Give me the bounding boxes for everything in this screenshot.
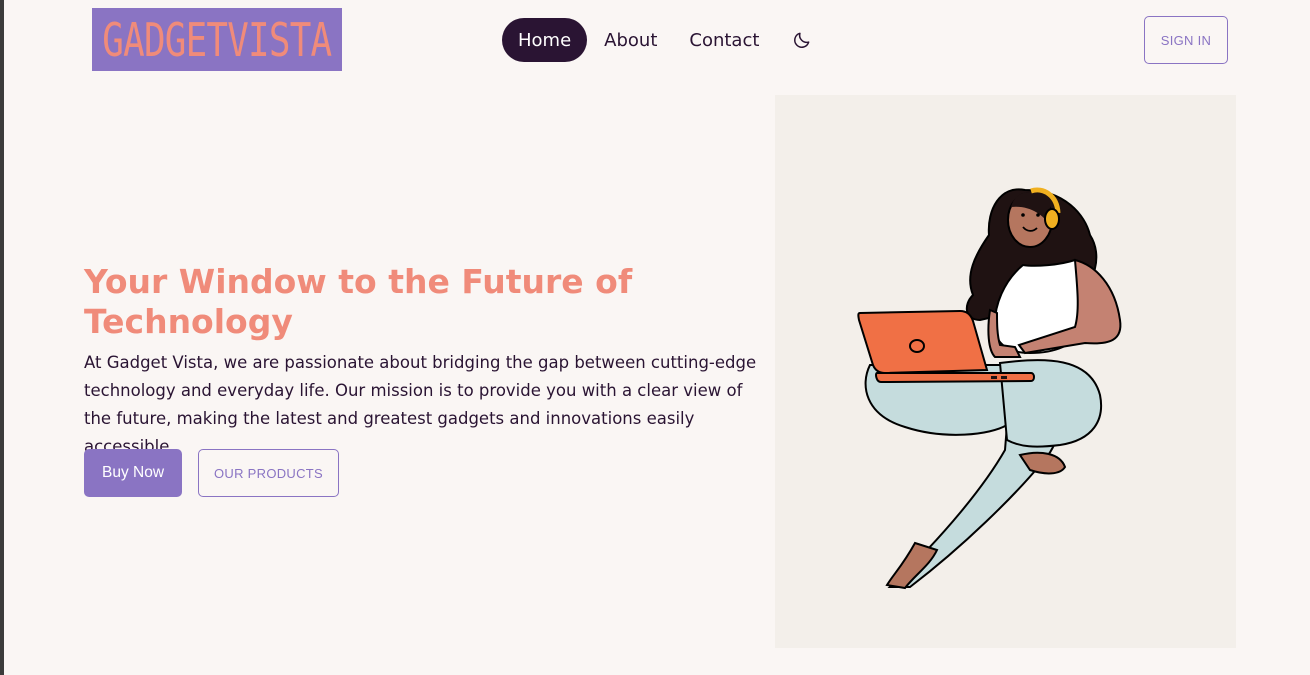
main-nav: Home About Contact: [502, 18, 813, 62]
woman-with-laptop-illustration: [857, 187, 1122, 590]
sign-in-button[interactable]: SIGN IN: [1144, 16, 1228, 64]
logo[interactable]: GADGETVISTA: [92, 8, 342, 71]
hero-title: Your Window to the Future of Technology: [84, 262, 633, 341]
hero-description: At Gadget Vista, we are passionate about…: [84, 353, 757, 456]
nav-contact[interactable]: Contact: [673, 18, 775, 62]
our-products-button[interactable]: OUR PRODUCTS: [198, 449, 339, 497]
buy-now-button[interactable]: Buy Now: [84, 449, 182, 497]
nav-home[interactable]: Home: [502, 18, 588, 62]
hero-illustration: [775, 95, 1236, 648]
logo-text: GADGETVISTA: [102, 12, 332, 67]
nav-about[interactable]: About: [588, 18, 673, 62]
window-edge: [0, 0, 4, 675]
moon-icon[interactable]: [791, 29, 813, 51]
